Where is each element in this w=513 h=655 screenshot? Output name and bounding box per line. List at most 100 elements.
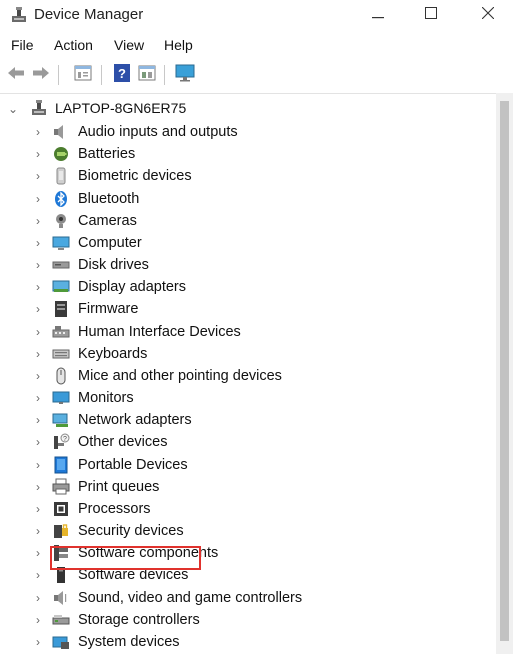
chevron-right-icon[interactable]: › <box>32 257 44 273</box>
tree-item-label: Network adapters <box>78 412 192 429</box>
chevron-right-icon[interactable]: › <box>32 168 44 184</box>
toolbar: ? <box>0 60 513 90</box>
back-button[interactable] <box>5 64 27 86</box>
forward-button[interactable] <box>30 64 52 86</box>
portable-device-icon <box>52 456 70 474</box>
chevron-right-icon[interactable]: › <box>32 191 44 207</box>
tree-item-computer[interactable]: › Computer <box>0 232 490 254</box>
chevron-right-icon[interactable]: › <box>32 612 44 628</box>
help-button[interactable]: ? <box>111 63 133 87</box>
speaker-icon <box>52 123 70 141</box>
scan-hardware-button[interactable] <box>174 64 196 86</box>
scrollbar-thumb[interactable] <box>500 101 509 641</box>
tree-item-label: Storage controllers <box>78 611 200 628</box>
chevron-right-icon[interactable]: › <box>32 324 44 340</box>
tree-item-mice-and-other-pointing-devices[interactable]: › Mice and other pointing devices <box>0 365 490 387</box>
chevron-right-icon[interactable]: › <box>32 523 44 539</box>
tree-item-label: Human Interface Devices <box>78 323 241 340</box>
tree-item-portable-devices[interactable]: › Portable Devices <box>0 454 490 476</box>
chevron-right-icon[interactable]: › <box>32 235 44 251</box>
view-button[interactable] <box>136 64 158 86</box>
chevron-right-icon[interactable]: › <box>32 434 44 450</box>
hid-icon <box>52 323 70 341</box>
computer-name: LAPTOP-8GN6ER75 <box>55 100 187 116</box>
chevron-right-icon[interactable]: › <box>32 501 44 517</box>
chevron-right-icon[interactable]: › <box>32 412 44 428</box>
tree-item-sound-video-and-game-controllers[interactable]: › Sound, video and game controllers <box>0 587 490 609</box>
tree-item-biometric-devices[interactable]: › Biometric devices <box>0 165 490 187</box>
properties-icon <box>74 65 92 86</box>
tree-item-other-devices[interactable]: ›? Other devices <box>0 431 490 453</box>
chevron-right-icon[interactable]: › <box>32 213 44 229</box>
window-title: Device Manager <box>34 6 144 23</box>
display-adapter-icon <box>52 278 70 296</box>
tree-item-audio-inputs-and-outputs[interactable]: › Audio inputs and outputs <box>0 121 490 143</box>
monitor-icon <box>175 64 195 87</box>
tree-item-system-devices[interactable]: › System devices <box>0 631 490 653</box>
tree-item-human-interface-devices[interactable]: › Human Interface Devices <box>0 321 490 343</box>
tree-item-keyboards[interactable]: › Keyboards <box>0 343 490 365</box>
chevron-right-icon[interactable]: › <box>32 479 44 495</box>
chevron-right-icon[interactable]: › <box>32 368 44 384</box>
tree-item-label: Bluetooth <box>78 190 140 207</box>
tree-item-label: Mice and other pointing devices <box>78 367 282 384</box>
storage-icon <box>52 611 70 629</box>
tree-item-print-queues[interactable]: › Print queues <box>0 476 490 498</box>
disk-icon <box>52 256 70 274</box>
properties-button[interactable] <box>72 64 94 86</box>
sound-icon <box>52 589 70 607</box>
tree-item-label: Processors <box>78 500 151 517</box>
chevron-right-icon[interactable]: › <box>32 545 44 561</box>
tree-root[interactable]: ⌄ LAPTOP-8GN6ER75 <box>0 99 490 119</box>
tree-item-network-adapters[interactable]: › Network adapters <box>0 409 490 431</box>
tree-item-firmware[interactable]: › Firmware <box>0 298 490 320</box>
chevron-right-icon[interactable]: › <box>32 146 44 162</box>
tree-item-label: Keyboards <box>78 345 148 362</box>
tree-item-label: Other devices <box>78 434 168 451</box>
tree-item-label: Monitors <box>78 390 134 407</box>
tree-item-disk-drives[interactable]: › Disk drives <box>0 254 490 276</box>
system-icon <box>52 633 70 651</box>
device-manager-icon <box>10 6 28 24</box>
processor-icon <box>52 500 70 518</box>
tree-item-storage-controllers[interactable]: › Storage controllers <box>0 609 490 631</box>
tree-item-processors[interactable]: › Processors <box>0 498 490 520</box>
bluetooth-icon <box>52 190 70 208</box>
chevron-right-icon[interactable]: › <box>32 457 44 473</box>
tree-item-batteries[interactable]: › Batteries <box>0 143 490 165</box>
tree-item-label: Computer <box>78 234 142 251</box>
chevron-right-icon[interactable]: › <box>32 346 44 362</box>
chevron-right-icon[interactable]: › <box>32 124 44 140</box>
menu-action[interactable]: Action <box>54 37 93 53</box>
menu-help[interactable]: Help <box>164 37 193 53</box>
chevron-right-icon[interactable]: › <box>32 301 44 317</box>
close-button[interactable] <box>465 0 511 30</box>
tree-item-monitors[interactable]: › Monitors <box>0 387 490 409</box>
menu-view[interactable]: View <box>114 37 144 53</box>
tree-item-label: Audio inputs and outputs <box>78 124 238 140</box>
chevron-right-icon[interactable]: › <box>32 634 44 650</box>
tree-item-security-devices[interactable]: › Security devices <box>0 520 490 542</box>
title-bar: Device Manager <box>0 0 513 32</box>
close-icon <box>481 6 495 24</box>
chevron-right-icon[interactable]: › <box>32 590 44 606</box>
forward-icon <box>32 66 50 85</box>
view-icon <box>138 65 156 86</box>
vertical-scrollbar[interactable] <box>496 93 513 654</box>
network-icon <box>52 411 70 429</box>
menu-file[interactable]: File <box>11 37 34 53</box>
tree-item-label: Firmware <box>78 301 139 318</box>
help-icon: ? <box>114 63 130 87</box>
minimize-button[interactable] <box>355 0 401 30</box>
chevron-right-icon[interactable]: › <box>32 390 44 406</box>
tree-item-label: Batteries <box>78 146 136 163</box>
chevron-right-icon[interactable]: › <box>32 567 44 583</box>
chevron-right-icon[interactable]: › <box>32 279 44 295</box>
chevron-down-icon[interactable]: ⌄ <box>7 101 19 117</box>
tree-item-bluetooth[interactable]: › Bluetooth <box>0 188 490 210</box>
maximize-button[interactable] <box>408 0 454 30</box>
mouse-icon <box>52 367 70 385</box>
computer-icon <box>52 234 70 252</box>
tree-item-display-adapters[interactable]: › Display adapters <box>0 276 490 298</box>
tree-item-cameras[interactable]: › Cameras <box>0 210 490 232</box>
